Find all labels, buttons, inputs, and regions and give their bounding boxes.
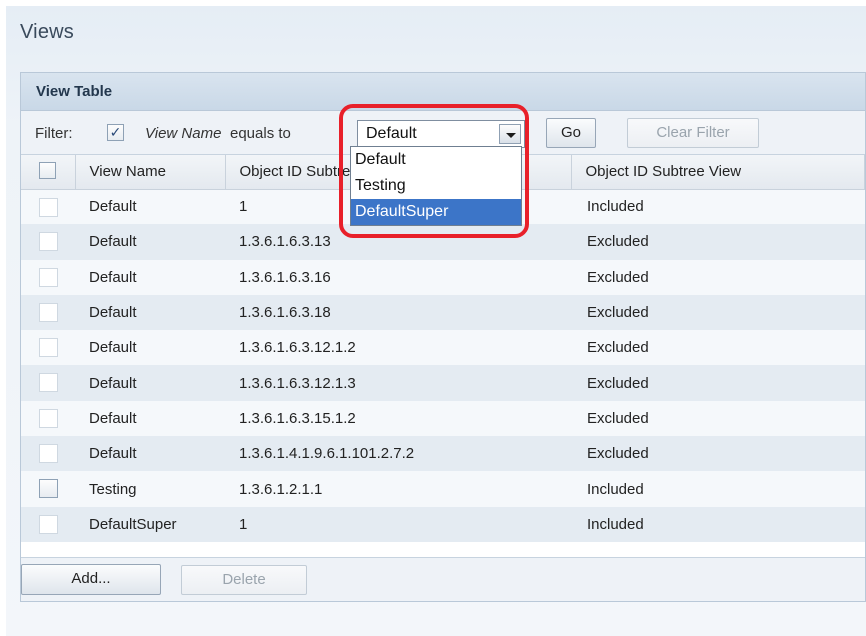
view-name-cell: Default [89, 304, 137, 322]
page-title: Views [20, 21, 74, 43]
column-header-object-id-subtree-view[interactable]: Object ID Subtree View [571, 155, 865, 190]
object-id-cell: 1.3.6.1.6.3.15.1.2 [239, 409, 356, 427]
row-select-cell [21, 436, 75, 471]
table-row: Default 1.3.6.1.6.3.16 Excluded [21, 259, 865, 295]
table-row: Default 1.3.6.1.4.1.9.6.1.101.2.7.2 Excl… [21, 436, 865, 472]
object-id-cell: 1.3.6.1.4.1.9.6.1.101.2.7.2 [239, 445, 415, 463]
subtree-view-cell: Excluded [587, 304, 649, 322]
view-name-cell: Default [89, 339, 137, 357]
go-button[interactable]: Go [546, 118, 596, 148]
delete-button[interactable]: Delete [181, 565, 307, 595]
object-id-cell: 1.3.6.1.6.3.12.1.3 [239, 374, 356, 392]
row-checkbox[interactable] [39, 479, 58, 499]
row-select-cell [21, 330, 75, 365]
row-checkbox[interactable] [39, 302, 58, 322]
row-select-cell [21, 471, 75, 506]
filter-checkbox[interactable]: ✓ [107, 124, 124, 141]
filter-field-label: View Name [145, 125, 222, 142]
filter-operator-label: equals to [230, 125, 291, 142]
table-row: Default 1.3.6.1.6.3.18 Excluded [21, 294, 865, 331]
row-select-cell [21, 365, 75, 400]
subtree-view-cell: Excluded [587, 233, 649, 251]
view-name-cell: Default [89, 198, 137, 216]
object-id-cell: 1.3.6.1.6.3.12.1.2 [239, 339, 356, 357]
view-name-cell: Default [89, 445, 137, 463]
view-name-cell: DefaultSuper [89, 515, 177, 533]
object-id-cell: 1 [239, 515, 248, 533]
row-select-cell [21, 189, 75, 224]
table-row: Default 1.3.6.1.6.3.12.1.2 Excluded [21, 330, 865, 366]
add-button[interactable]: Add... [21, 564, 161, 595]
row-checkbox[interactable] [39, 514, 58, 534]
select-all-header [21, 155, 76, 190]
subtree-view-cell: Included [587, 480, 644, 498]
view-name-cell: Default [89, 409, 137, 427]
table-row: DefaultSuper 1 Included [21, 506, 865, 542]
view-name-cell: Default [89, 374, 137, 392]
table-footer: Add... Delete [21, 557, 865, 601]
table-row: Testing 1.3.6.1.2.1.1 Included [21, 471, 865, 507]
object-id-cell: 1.3.6.1.6.3.18 [239, 304, 331, 322]
select-all-checkbox[interactable] [39, 162, 56, 179]
subtree-view-cell: Excluded [587, 374, 649, 392]
row-checkbox[interactable] [39, 408, 58, 428]
view-name-cell: Default [89, 268, 137, 286]
row-select-cell [21, 224, 75, 259]
row-checkbox[interactable] [39, 373, 58, 393]
subtree-view-cell: Excluded [587, 409, 649, 427]
row-select-cell [21, 401, 75, 436]
object-id-cell: 1.3.6.1.6.3.16 [239, 268, 331, 286]
table-row: Default 1.3.6.1.6.3.15.1.2 Excluded [21, 400, 865, 437]
page: Views View Table Filter: ✓ View Name equ… [6, 6, 866, 636]
row-checkbox[interactable] [39, 444, 58, 464]
row-select-cell [21, 295, 75, 330]
object-id-cell: 1.3.6.1.2.1.1 [239, 480, 323, 498]
filter-label: Filter: [35, 125, 73, 142]
clear-filter-button[interactable]: Clear Filter [627, 118, 759, 148]
subtree-view-cell: Excluded [587, 268, 649, 286]
subtree-view-cell: Excluded [587, 445, 649, 463]
row-checkbox[interactable] [39, 197, 58, 217]
row-checkbox[interactable] [39, 232, 58, 252]
table-row: Default 1.3.6.1.6.3.12.1.3 Excluded [21, 365, 865, 401]
view-name-cell: Default [89, 233, 137, 251]
row-checkbox[interactable] [39, 338, 58, 358]
row-select-cell [21, 507, 75, 542]
subtree-view-cell: Excluded [587, 339, 649, 357]
row-select-cell [21, 260, 75, 295]
column-header-view-name[interactable]: View Name [75, 155, 226, 190]
subtree-view-cell: Included [587, 515, 644, 533]
view-name-cell: Testing [89, 480, 137, 498]
highlight-annotation [339, 104, 529, 238]
row-checkbox[interactable] [39, 267, 58, 287]
subtree-view-cell: Included [587, 198, 644, 216]
